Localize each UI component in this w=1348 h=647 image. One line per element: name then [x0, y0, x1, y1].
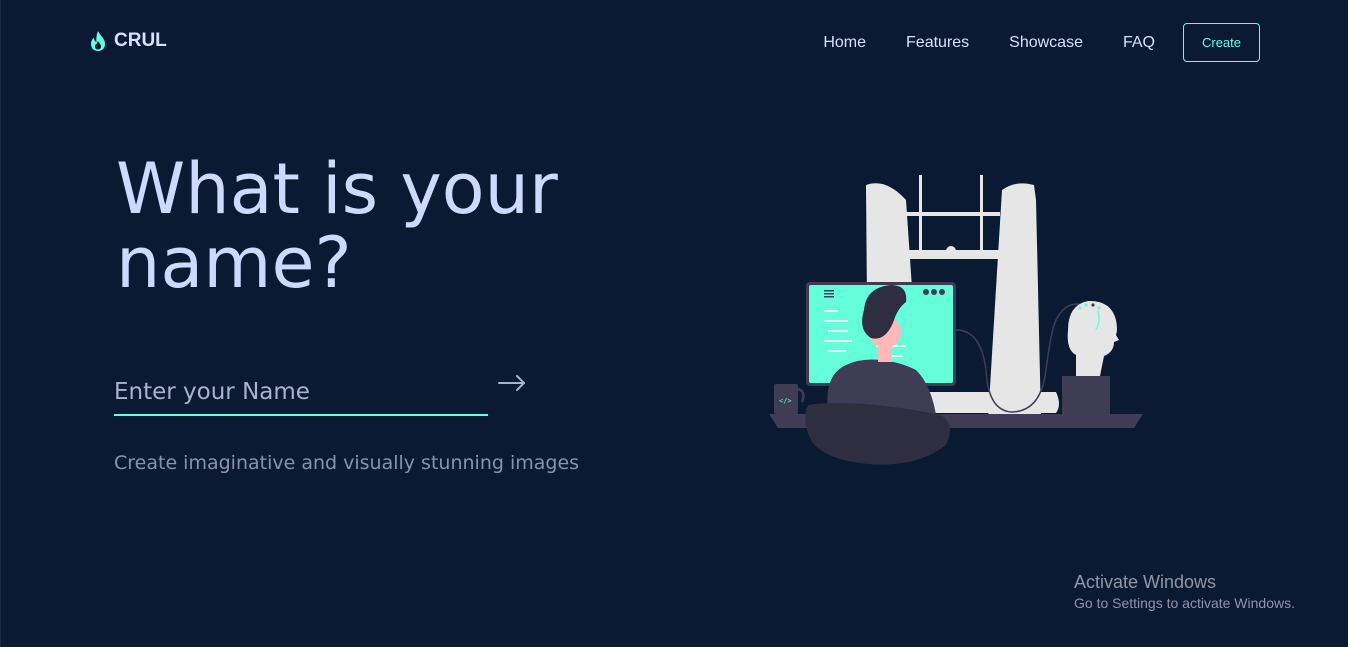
nav-showcase[interactable]: Showcase: [1009, 34, 1083, 52]
mug-illustration: </>: [774, 384, 805, 414]
hero-subtitle: Create imaginative and visually stunning…: [114, 452, 580, 474]
brand-name: CRUL: [114, 30, 167, 51]
nav-home[interactable]: Home: [823, 34, 866, 52]
hero-illustration: </>: [766, 170, 1146, 470]
brand-logo[interactable]: CRUL: [88, 30, 167, 52]
bust-illustration: [1062, 300, 1119, 414]
watermark-subtitle: Go to Settings to activate Windows.: [1074, 595, 1295, 611]
activate-windows-watermark: Activate Windows Go to Settings to activ…: [1074, 571, 1295, 613]
flame-icon: [88, 30, 108, 52]
name-input[interactable]: [114, 370, 488, 414]
headline-line-1: What is your: [116, 148, 558, 230]
hero-headline: What is your name?: [116, 152, 636, 300]
watermark-title: Activate Windows: [1074, 572, 1217, 592]
submit-name-button[interactable]: [497, 369, 527, 397]
arrow-right-icon: [497, 375, 527, 400]
headline-line-2: name?: [116, 222, 352, 304]
main-nav: Home Features Showcase FAQ Create: [823, 23, 1260, 62]
create-button[interactable]: Create: [1183, 23, 1260, 62]
svg-text:</>: </>: [779, 397, 792, 405]
nav-faq[interactable]: FAQ: [1123, 34, 1155, 52]
nav-features[interactable]: Features: [906, 34, 969, 52]
page: CRUL Home Features Showcase FAQ Create W…: [0, 0, 1348, 647]
name-field-wrapper: [114, 370, 488, 416]
